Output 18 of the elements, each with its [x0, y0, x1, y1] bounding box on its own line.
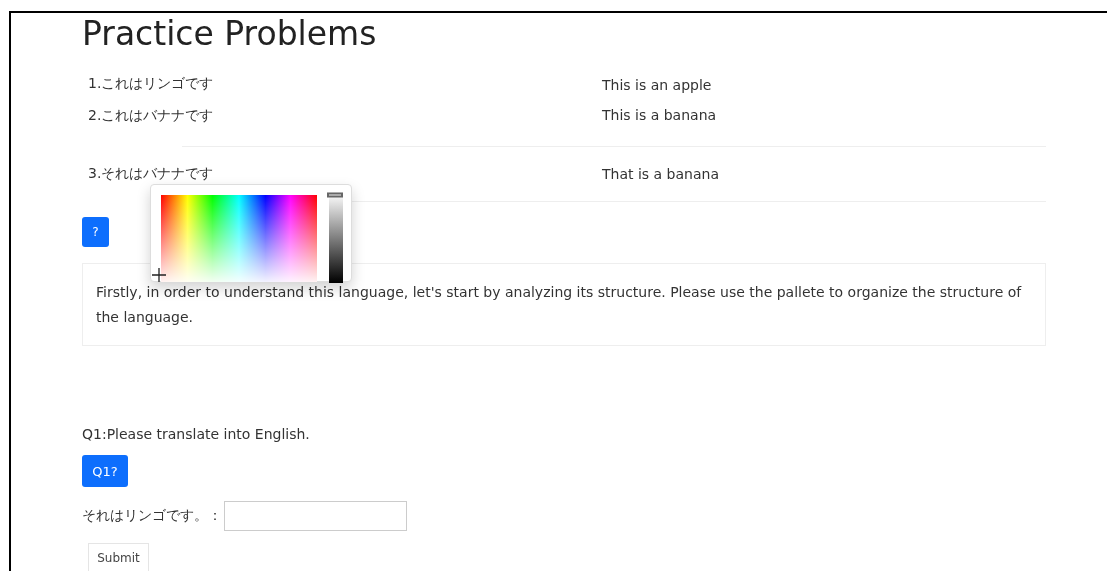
question-button[interactable]: Q1?	[82, 455, 128, 487]
problem-text: 3.それはバナナです	[88, 165, 215, 183]
answer-field[interactable]	[224, 501, 407, 531]
submit-button[interactable]: Submit	[88, 543, 149, 571]
lightness-slider[interactable]	[329, 193, 343, 283]
slider-thumb[interactable]	[327, 192, 343, 198]
page-title: Practice Problems	[82, 13, 378, 55]
hint-button[interactable]: ?	[82, 217, 109, 247]
color-spectrum[interactable]	[161, 195, 317, 282]
translation-text: This is a banana	[602, 107, 718, 123]
problem-text: 1.これはリンゴです	[88, 75, 215, 93]
translation-text: This is an apple	[602, 77, 713, 93]
problem-text: 2.これはバナナです	[88, 107, 215, 125]
translation-text: That is a banana	[602, 166, 720, 182]
question-prompt: Q1:Please translate into English.	[82, 426, 311, 442]
answer-label: それはリンゴです。：	[82, 507, 222, 525]
crosshair-icon	[152, 268, 166, 282]
instruction-text: Firstly, in order to understand this language, let's start by analyzing its structure. Please use the pallete to organize the structure of the language.	[82, 263, 1046, 346]
